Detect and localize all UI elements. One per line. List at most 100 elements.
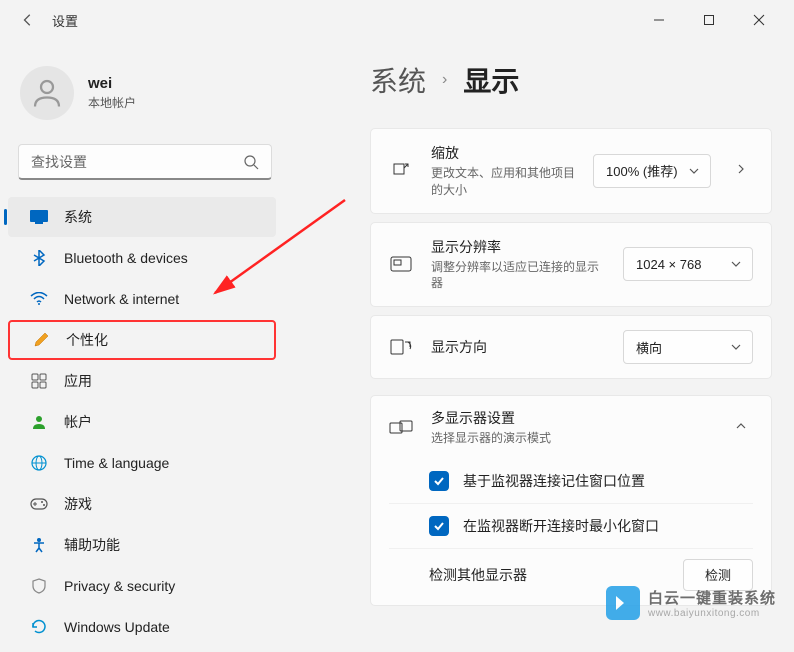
orientation-icon bbox=[389, 335, 413, 359]
maximize-icon bbox=[703, 14, 715, 26]
apps-icon bbox=[30, 372, 48, 390]
gaming-icon bbox=[30, 495, 48, 513]
minimize-button[interactable] bbox=[636, 4, 682, 36]
sidebar-item-gaming[interactable]: 游戏 bbox=[8, 484, 276, 524]
sidebar-item-network[interactable]: Network & internet bbox=[8, 279, 276, 319]
breadcrumb-current: 显示 bbox=[463, 60, 519, 100]
update-icon bbox=[30, 618, 48, 636]
orientation-dropdown[interactable]: 横向 bbox=[623, 330, 753, 364]
scale-value: 100% (推荐) bbox=[606, 161, 678, 180]
close-button[interactable] bbox=[736, 4, 782, 36]
bluetooth-icon bbox=[30, 249, 48, 267]
time-language-icon bbox=[30, 454, 48, 472]
multimonitor-header[interactable]: 多显示器设置 选择显示器的演示模式 bbox=[389, 408, 753, 447]
nav-label: 游戏 bbox=[64, 494, 92, 514]
scale-subtitle: 更改文本、应用和其他项目的大小 bbox=[431, 165, 575, 199]
search-input[interactable] bbox=[31, 154, 243, 170]
accounts-icon bbox=[30, 413, 48, 431]
watermark: 白云一键重装系统 www.baiyunxitong.com bbox=[606, 586, 776, 620]
multimonitor-title: 多显示器设置 bbox=[431, 408, 711, 428]
nav-label: Network & internet bbox=[64, 291, 179, 307]
breadcrumb: 系统 › 显示 bbox=[370, 60, 772, 100]
multimonitor-expander: 多显示器设置 选择显示器的演示模式 基于监视器连接记住窗口位置 bbox=[370, 395, 772, 606]
chevron-up-icon bbox=[735, 420, 747, 432]
scale-icon bbox=[389, 159, 413, 183]
orientation-title: 显示方向 bbox=[431, 337, 605, 357]
scale-title: 缩放 bbox=[431, 143, 575, 163]
orientation-value: 横向 bbox=[636, 338, 662, 357]
card-body: 显示方向 bbox=[431, 337, 605, 357]
multimonitor-icon bbox=[389, 416, 413, 440]
sidebar-item-bluetooth[interactable]: Bluetooth & devices bbox=[8, 238, 276, 278]
watermark-brand: 白云一键重装系统 bbox=[648, 587, 776, 608]
system-icon bbox=[30, 208, 48, 226]
checkbox-1-label: 基于监视器连接记住窗口位置 bbox=[463, 471, 645, 491]
sidebar-item-accessibility[interactable]: 辅助功能 bbox=[8, 525, 276, 565]
personalization-icon bbox=[32, 331, 50, 349]
detect-row: 检测其他显示器 检测 bbox=[389, 548, 753, 591]
app-title: 设置 bbox=[52, 11, 78, 30]
sidebar-item-apps[interactable]: 应用 bbox=[8, 361, 276, 401]
multimonitor-collapse[interactable] bbox=[729, 419, 753, 437]
accessibility-icon bbox=[30, 536, 48, 554]
sidebar-item-personalization[interactable]: 个性化 bbox=[8, 320, 276, 360]
avatar bbox=[20, 66, 74, 120]
back-arrow-icon bbox=[21, 13, 35, 27]
scale-card[interactable]: 缩放 更改文本、应用和其他项目的大小 100% (推荐) bbox=[370, 128, 772, 214]
scale-dropdown[interactable]: 100% (推荐) bbox=[593, 154, 711, 188]
nav-label: Bluetooth & devices bbox=[64, 250, 188, 266]
nav-list: 系统 Bluetooth & devices Network & interne… bbox=[0, 192, 290, 652]
content: 系统 › 显示 缩放 更改文本、应用和其他项目的大小 100% (推荐) bbox=[290, 40, 794, 626]
resolution-title: 显示分辨率 bbox=[431, 237, 605, 257]
sidebar-item-privacy[interactable]: Privacy & security bbox=[8, 566, 276, 606]
card-body: 缩放 更改文本、应用和其他项目的大小 bbox=[431, 143, 575, 199]
multimonitor-subtitle: 选择显示器的演示模式 bbox=[431, 430, 711, 447]
sidebar-item-system[interactable]: 系统 bbox=[8, 197, 276, 237]
nav-label: 系统 bbox=[64, 207, 92, 227]
card-body: 多显示器设置 选择显示器的演示模式 bbox=[431, 408, 711, 447]
watermark-logo bbox=[606, 586, 640, 620]
nav-label: 辅助功能 bbox=[64, 535, 120, 555]
nav-label: 个性化 bbox=[66, 330, 108, 350]
sidebar-item-time-language[interactable]: Time & language bbox=[8, 443, 276, 483]
resolution-card[interactable]: 显示分辨率 调整分辨率以适应已连接的显示器 1024 × 768 bbox=[370, 222, 772, 308]
sidebar-item-accounts[interactable]: 帐户 bbox=[8, 402, 276, 442]
search-box[interactable] bbox=[18, 144, 272, 180]
username: wei bbox=[88, 75, 136, 92]
breadcrumb-separator: › bbox=[442, 71, 447, 89]
resolution-subtitle: 调整分辨率以适应已连接的显示器 bbox=[431, 259, 605, 293]
scale-expand[interactable] bbox=[729, 162, 753, 180]
card-body: 显示分辨率 调整分辨率以适应已连接的显示器 bbox=[431, 237, 605, 293]
network-icon bbox=[30, 290, 48, 308]
privacy-icon bbox=[30, 577, 48, 595]
checkbox-1[interactable] bbox=[429, 471, 449, 491]
resolution-dropdown[interactable]: 1024 × 768 bbox=[623, 247, 753, 281]
nav-label: Time & language bbox=[64, 455, 169, 471]
maximize-button[interactable] bbox=[686, 4, 732, 36]
window-controls bbox=[636, 4, 782, 36]
sidebar-item-update[interactable]: Windows Update bbox=[8, 607, 276, 647]
breadcrumb-parent[interactable]: 系统 bbox=[370, 60, 426, 100]
chevron-down-icon bbox=[730, 341, 742, 353]
search-icon bbox=[243, 154, 259, 170]
watermark-url: www.baiyunxitong.com bbox=[648, 608, 776, 619]
checkbox-row-2[interactable]: 在监视器断开连接时最小化窗口 bbox=[389, 503, 753, 548]
titlebar: 设置 bbox=[0, 0, 794, 40]
nav-label: 应用 bbox=[64, 371, 92, 391]
nav-label: 帐户 bbox=[64, 412, 92, 432]
back-button[interactable] bbox=[12, 4, 44, 36]
checkbox-row-1[interactable]: 基于监视器连接记住窗口位置 bbox=[389, 459, 753, 503]
minimize-icon bbox=[653, 14, 665, 26]
user-section[interactable]: wei 本地帐户 bbox=[0, 50, 290, 144]
resolution-value: 1024 × 768 bbox=[636, 257, 701, 272]
nav-label: Privacy & security bbox=[64, 578, 175, 594]
chevron-right-icon bbox=[735, 163, 747, 175]
close-icon bbox=[753, 14, 765, 26]
user-icon bbox=[29, 75, 65, 111]
check-icon bbox=[433, 475, 445, 487]
check-icon bbox=[433, 520, 445, 532]
chevron-down-icon bbox=[688, 165, 700, 177]
checkbox-2[interactable] bbox=[429, 516, 449, 536]
orientation-card[interactable]: 显示方向 横向 bbox=[370, 315, 772, 379]
checkbox-2-label: 在监视器断开连接时最小化窗口 bbox=[463, 516, 659, 536]
